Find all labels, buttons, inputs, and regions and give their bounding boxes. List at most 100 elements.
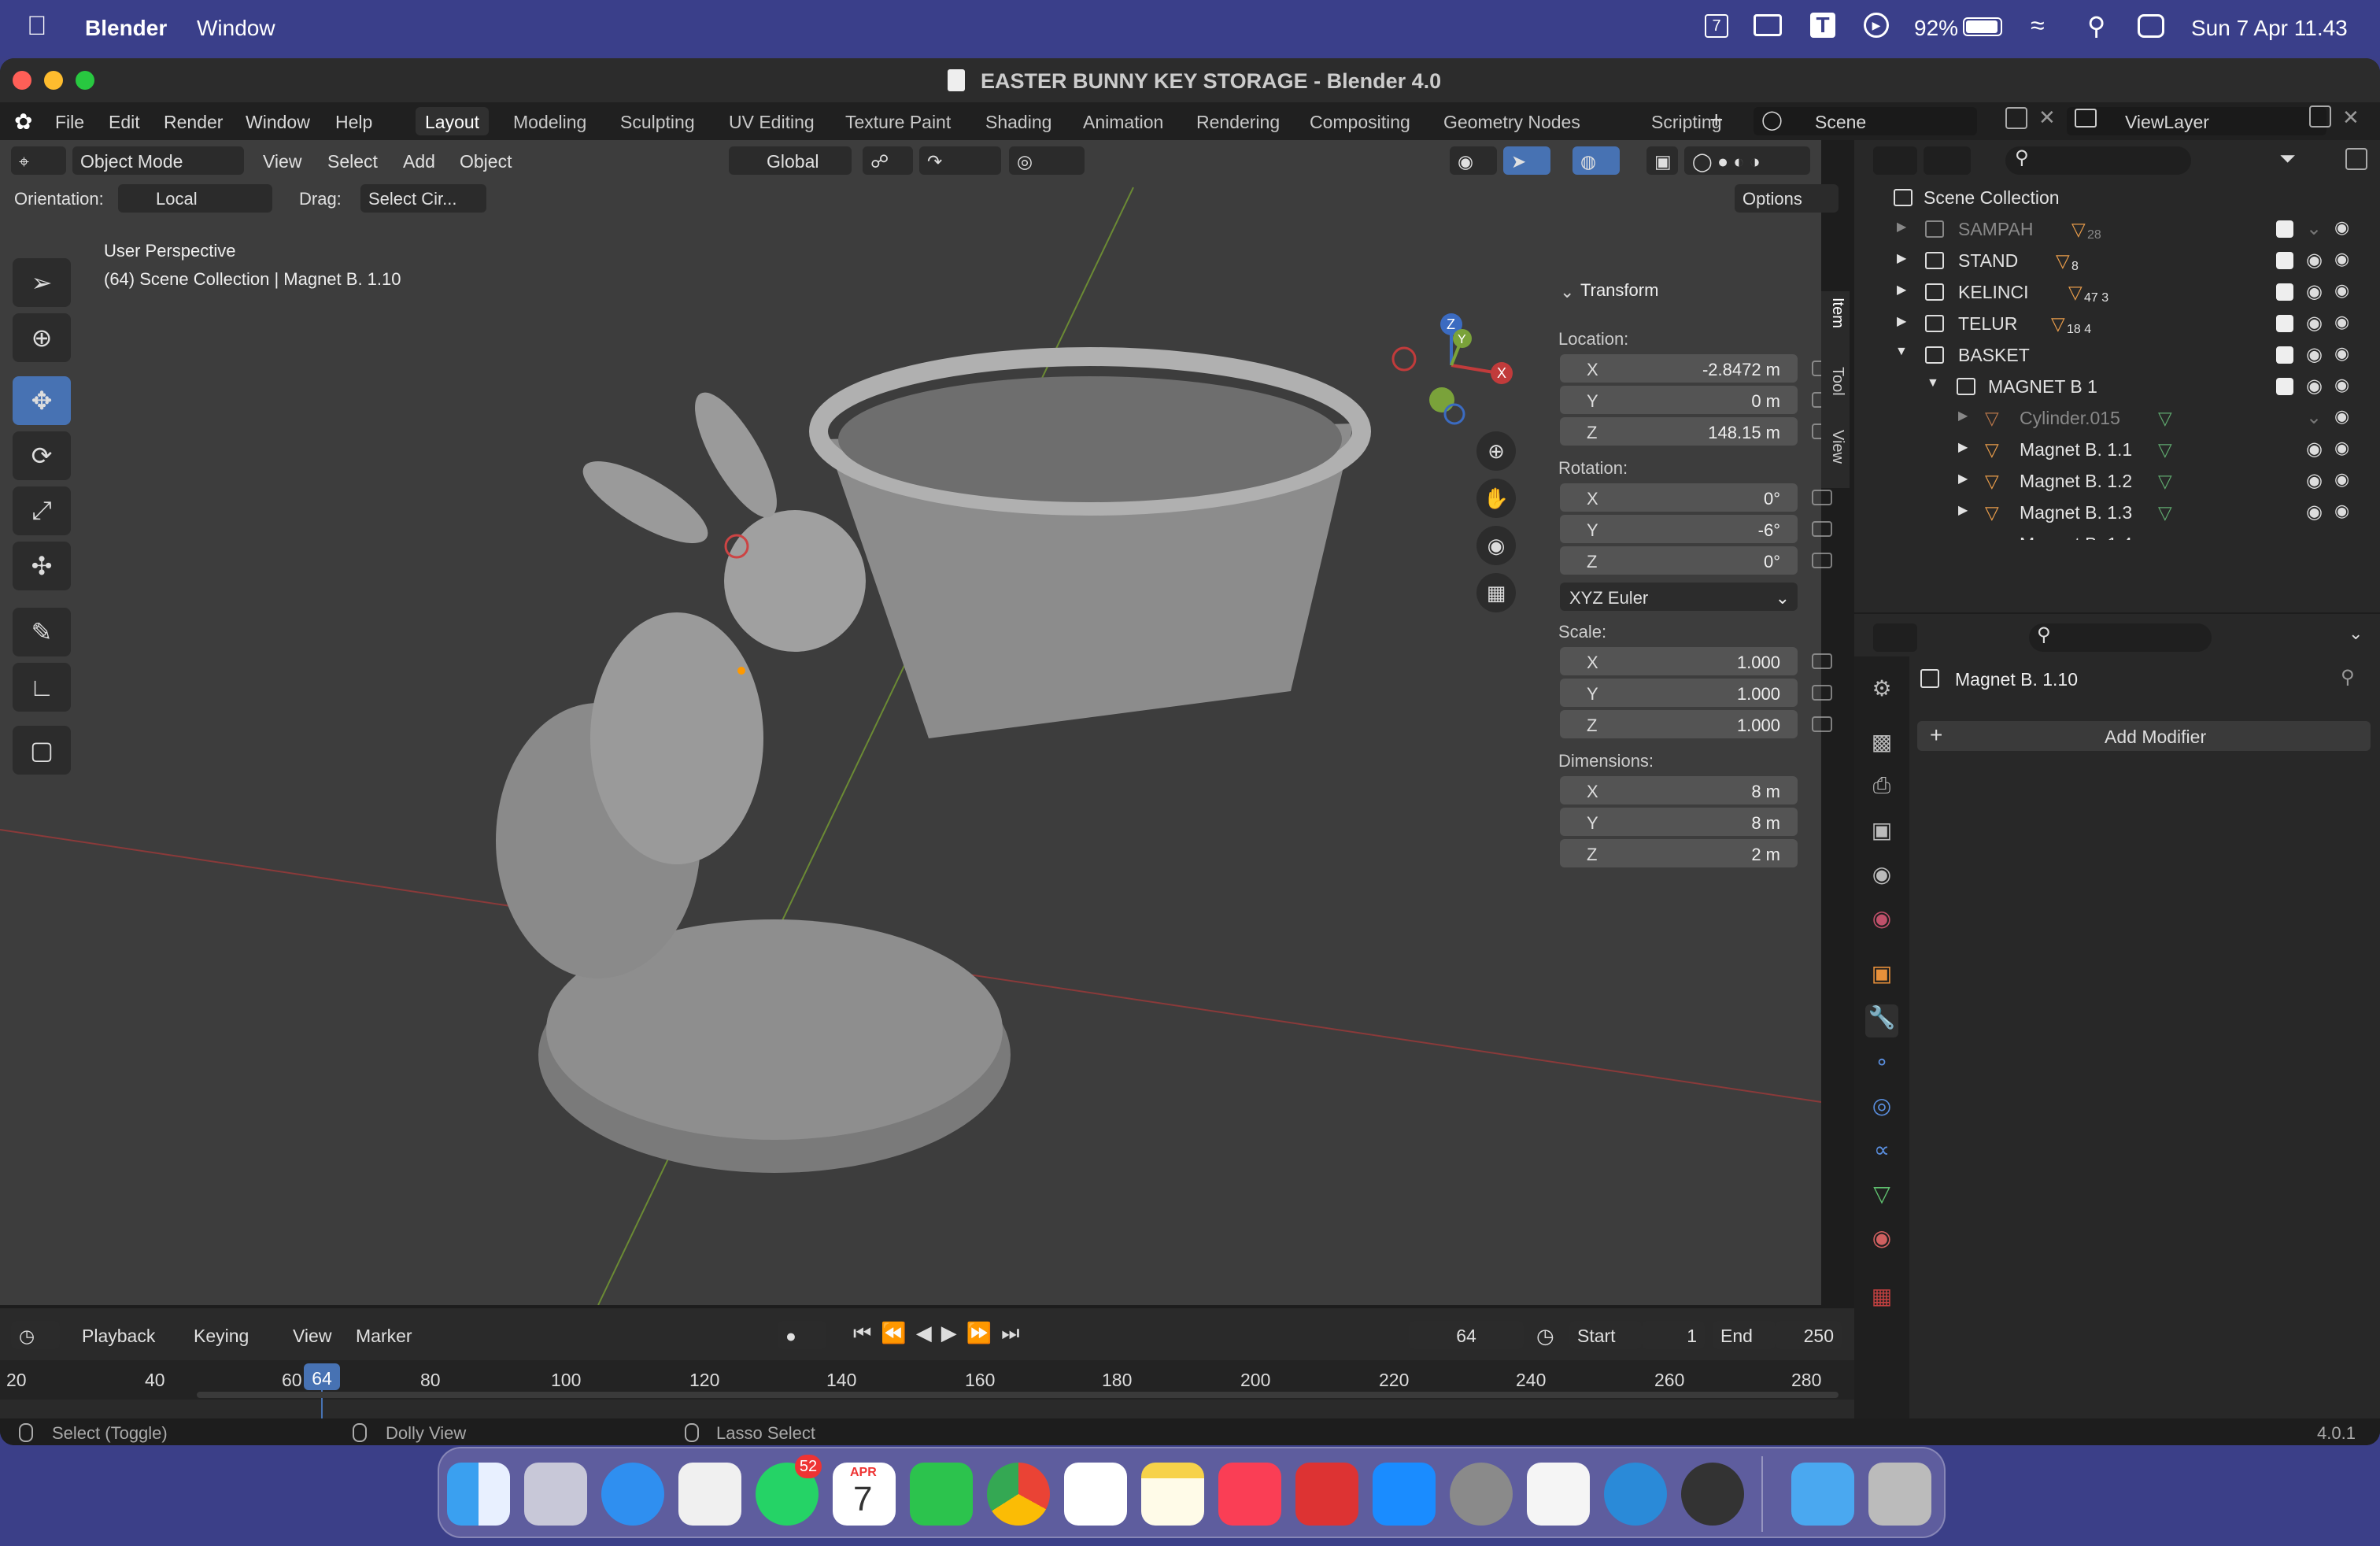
add-modifier-button[interactable]: + Add Modifier <box>1917 721 2371 751</box>
camera-icon[interactable]: ◉ <box>2334 280 2349 301</box>
constraints-properties-icon[interactable]: ∝ <box>1865 1137 1898 1170</box>
scale-tool-icon[interactable]: ⤢ <box>13 486 71 535</box>
tab-compositing[interactable]: Compositing <box>1300 107 1420 135</box>
pan-view-hand-icon[interactable]: ✋ <box>1476 479 1516 518</box>
3d-viewport[interactable]: ⌖ Object Mode View Select Add Object Glo… <box>0 140 1839 1305</box>
outliner-row-sampah[interactable]: ▶ SAMPAH ▽ 28 ⌄ ◉ <box>1854 213 2380 244</box>
scale-y-field[interactable]: Y 1.000 <box>1560 679 1798 707</box>
photos-app-icon[interactable] <box>678 1463 741 1526</box>
tab-shading[interactable]: Shading <box>976 107 1061 135</box>
lock-icon[interactable] <box>1812 553 1832 568</box>
menubar-datetime[interactable]: Sun 7 Apr 11.43 <box>2191 16 2348 41</box>
tab-tool[interactable]: Tool <box>1824 367 1846 396</box>
add-cube-tool-icon[interactable]: ▢ <box>13 726 71 775</box>
minimize-window-button[interactable] <box>44 71 63 90</box>
timeline-menu-view[interactable]: View <box>293 1326 331 1347</box>
new-collection-icon[interactable] <box>2345 148 2367 170</box>
notes-app-icon[interactable] <box>1141 1463 1204 1526</box>
playback-controls-icon[interactable]: ⏮⏪◀▶⏩⏭ <box>853 1321 1029 1346</box>
view-layer-properties-icon[interactable]: ▣ <box>1865 817 1898 850</box>
material-properties-icon[interactable]: ◉ <box>1865 1225 1898 1258</box>
perspective-toggle-icon[interactable]: ▦ <box>1476 573 1516 612</box>
lock-icon[interactable] <box>1812 685 1832 701</box>
location-z-field[interactable]: Z 148.15 m <box>1560 417 1798 446</box>
launchpad-app-icon[interactable] <box>524 1463 587 1526</box>
shading-mode-icons[interactable]: ◯ ● ◐ ◑ <box>1684 146 1810 175</box>
lock-icon[interactable] <box>1812 653 1832 669</box>
object-properties-icon[interactable]: ▣ <box>1865 960 1898 993</box>
outliner-row-cylinder-015[interactable]: ▶ ▽ Cylinder.015 ▽ ⌄ ◉ <box>1854 401 2380 433</box>
rotation-z-field[interactable]: Z 0° <box>1560 546 1798 575</box>
exclude-checkbox[interactable] <box>2276 252 2293 269</box>
search-icon[interactable]: ⚲ <box>2087 11 2105 41</box>
screen-icon[interactable] <box>1754 14 1782 36</box>
outliner-editor-type-icon[interactable] <box>1873 146 1917 175</box>
transform-orientation-selector[interactable]: Global <box>729 146 852 175</box>
outliner-row-magnet-b-1-4[interactable]: Magnet B. 1.4 <box>1854 527 2380 540</box>
rotate-tool-icon[interactable]: ⟳ <box>13 431 71 480</box>
menubar-app-name[interactable]: Blender <box>85 16 167 41</box>
render-properties-icon[interactable]: ▩ <box>1865 729 1898 762</box>
timeline-menu-playback[interactable]: Playback <box>82 1326 155 1347</box>
lock-icon[interactable] <box>1812 716 1832 732</box>
tab-modeling[interactable]: Modeling <box>504 107 596 135</box>
menubar-window[interactable]: Window <box>197 16 275 41</box>
camera-icon[interactable]: ◉ <box>2334 375 2349 395</box>
physics-properties-icon[interactable]: ◎ <box>1865 1093 1898 1126</box>
calendar-app-icon[interactable]: APR 7 <box>833 1463 896 1526</box>
system-settings-app-icon[interactable] <box>1450 1463 1513 1526</box>
select-tool-icon[interactable]: ➢ <box>13 258 71 307</box>
facetime-app-icon[interactable] <box>910 1463 973 1526</box>
delete-viewlayer-icon[interactable]: ✕ <box>2342 105 2360 130</box>
navigation-gizmo[interactable]: Z Y X <box>1388 310 1530 428</box>
properties-editor-type-icon[interactable] <box>1873 623 1917 652</box>
tab-animation[interactable]: Animation <box>1074 107 1173 135</box>
safari-app-icon[interactable] <box>601 1463 664 1526</box>
drag-dropdown[interactable]: Select Cir... <box>360 184 486 213</box>
viewport-menu-select[interactable]: Select <box>327 151 378 172</box>
dimensions-x-field[interactable]: X 8 m <box>1560 776 1798 804</box>
new-viewlayer-icon[interactable] <box>2309 105 2331 128</box>
new-scene-icon[interactable] <box>2005 107 2027 129</box>
rotation-mode-dropdown[interactable]: XYZ Euler ⌄ <box>1560 583 1798 611</box>
calendar-status-icon[interactable]: 7 <box>1705 14 1728 38</box>
auto-keying-record-icon[interactable]: ● <box>778 1321 826 1349</box>
tab-view[interactable]: View <box>1824 430 1846 464</box>
tab-rendering[interactable]: Rendering <box>1187 107 1289 135</box>
current-frame-field[interactable]: 64 <box>1409 1321 1524 1349</box>
exclude-checkbox[interactable] <box>2276 346 2293 364</box>
options-dropdown[interactable]: Options <box>1735 184 1839 213</box>
outliner-row-magnet-b-1-2[interactable]: ▶ ▽ Magnet B. 1.2 ▽ ◉ ◉ <box>1854 464 2380 496</box>
eye-icon[interactable]: ◉ <box>2306 280 2323 303</box>
wifi-icon[interactable]: ≈ <box>2031 11 2045 40</box>
camera-icon[interactable]: ◉ <box>2334 343 2349 364</box>
menu-window[interactable]: Window <box>246 112 310 133</box>
cursor-tool-icon[interactable]: ⊕ <box>13 313 71 362</box>
close-window-button[interactable] <box>13 71 31 90</box>
dimensions-z-field[interactable]: Z 2 m <box>1560 839 1798 867</box>
camera-icon[interactable]: ◉ <box>2334 249 2349 269</box>
timeline-menu-keying[interactable]: Keying <box>194 1326 249 1347</box>
scene-properties-icon[interactable]: ◉ <box>1865 861 1898 894</box>
expand-arrow-icon[interactable]: ▶ <box>1897 250 1906 266</box>
pivot-point-icon[interactable]: ☍ <box>863 146 913 175</box>
tab-layout[interactable]: Layout <box>416 107 490 135</box>
snap-icon[interactable]: ↷ <box>919 146 1001 175</box>
eye-icon[interactable]: ◉ <box>2306 438 2323 460</box>
timeline-scrollbar[interactable] <box>197 1392 1839 1398</box>
menu-render[interactable]: Render <box>164 112 223 133</box>
battery-icon[interactable] <box>1963 17 2002 36</box>
scale-x-field[interactable]: X 1.000 <box>1560 647 1798 675</box>
text-tool-icon[interactable]: T <box>1810 13 1835 38</box>
output-properties-icon[interactable]: ⎙ <box>1865 773 1898 806</box>
rotation-y-field[interactable]: Y -6° <box>1560 515 1798 543</box>
playhead-frame-indicator[interactable]: 64 <box>304 1363 340 1390</box>
transform-tool-icon[interactable]: ✣ <box>13 542 71 590</box>
overlay-toggle-icon[interactable]: ◍ <box>1572 146 1620 175</box>
eye-icon[interactable]: ◉ <box>2306 312 2323 335</box>
play-status-icon[interactable]: ▶ <box>1864 13 1889 38</box>
dimensions-y-field[interactable]: Y 8 m <box>1560 808 1798 836</box>
expand-arrow-icon[interactable]: ▶ <box>1958 502 1968 518</box>
outliner-row-kelinci[interactable]: ▶ KELINCI ▽ 47 3 ◉ ◉ <box>1854 276 2380 307</box>
orientation-dropdown[interactable]: Local <box>118 184 272 213</box>
